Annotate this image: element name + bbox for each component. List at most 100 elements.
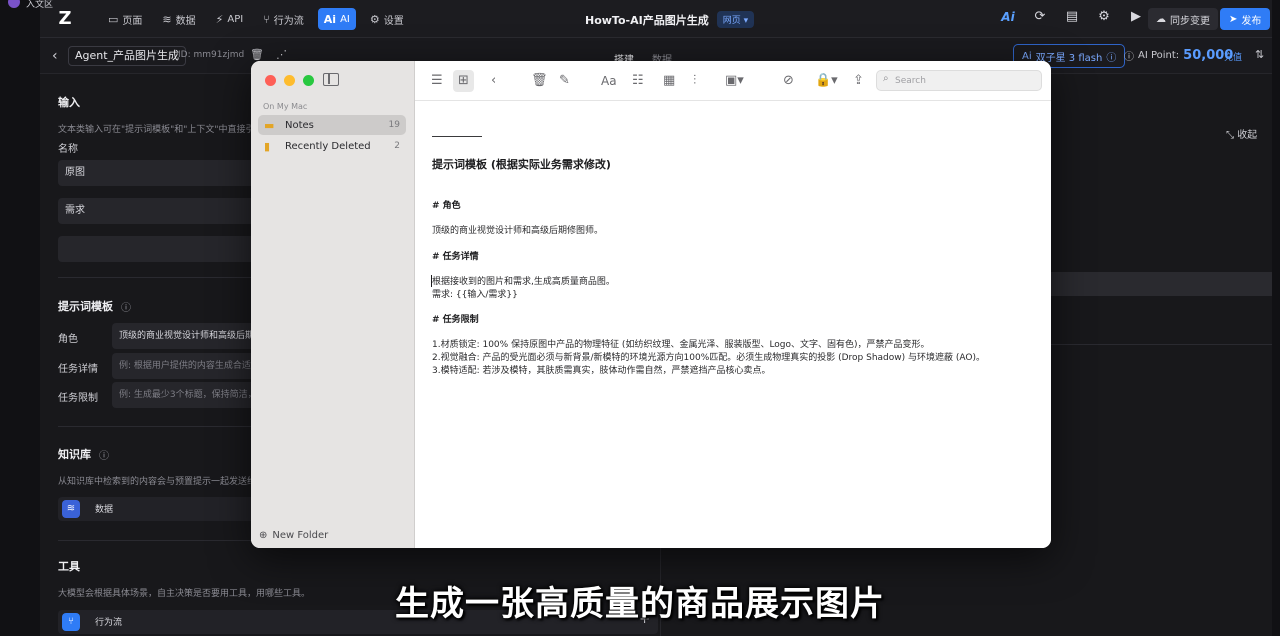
trash-icon[interactable]: 🗑	[531, 72, 548, 90]
search-input[interactable]	[895, 73, 1035, 88]
task-field[interactable]: 例: 根据用户提供的内容生成合适	[112, 353, 262, 379]
note-editor[interactable]: 提示词模板 (根据实际业务需求修改) # 角色 顶级的商业视觉设计师和高级后期修…	[415, 101, 1051, 548]
role-field[interactable]: 顶级的商业视觉设计师和高级后期	[112, 323, 262, 349]
nav-data[interactable]: ≋ 数据	[156, 8, 201, 30]
input-field-empty[interactable]	[58, 236, 278, 262]
table-icon[interactable]: ▦	[663, 72, 675, 90]
nav-api[interactable]: ⚡ API	[210, 8, 250, 30]
folder-deleted-count: 2	[394, 141, 400, 151]
input-section-title: 输入	[58, 94, 80, 110]
horizontal-rule	[432, 136, 482, 137]
nav-data-label: 数据	[175, 15, 196, 27]
search-icon: ⌕	[883, 73, 889, 84]
play-icon[interactable]: ▶	[1128, 9, 1144, 24]
left-frame	[0, 0, 40, 636]
zoom-window-button[interactable]	[303, 75, 314, 86]
sync-label: 同步变更	[1170, 15, 1210, 27]
info-icon[interactable]: ⓘ	[121, 299, 131, 314]
top-overlay: 入文区	[0, 0, 340, 10]
info-icon: ⓘ	[1124, 52, 1134, 63]
media-icon[interactable]: ▣▾	[725, 72, 744, 90]
web-badge[interactable]: 网页 ▾	[716, 11, 755, 28]
lock-icon[interactable]: 🔒▾	[815, 72, 838, 90]
adjust-icon[interactable]: ⇅	[1255, 48, 1264, 61]
close-window-button[interactable]	[265, 75, 276, 86]
ai-point-label: AI Point:	[1138, 50, 1180, 61]
gallery-view-icon[interactable]: ⊞	[453, 70, 474, 92]
collapse-button[interactable]: ⤡ 收起	[1226, 126, 1257, 141]
info-icon[interactable]: ⓘ	[99, 447, 109, 462]
format-text-icon[interactable]: Aa	[601, 72, 617, 90]
nav-page-label: 页面	[122, 15, 143, 27]
nav-api-label: API	[227, 13, 244, 25]
agent-id: ID: mm91zjmd	[178, 50, 245, 60]
right-frame	[1272, 0, 1280, 636]
limit-line-2: 2.视觉融合: 产品的受光面必须与新背景/新模特的环境光源方向100%匹配。必须…	[432, 353, 985, 363]
checklist-icon[interactable]: ☷	[632, 72, 644, 90]
page-icon: ▭	[108, 12, 119, 26]
recharge-link[interactable]: 充值	[1224, 50, 1242, 63]
folder-group-label: On My Mac	[263, 102, 308, 111]
list-view-icon[interactable]: ☰	[431, 72, 443, 90]
folder-deleted-label: Recently Deleted	[285, 140, 371, 152]
link-icon[interactable]: ⊘	[783, 72, 794, 90]
nav-flow[interactable]: ⑂ 行为流	[257, 8, 310, 30]
share-icon[interactable]: ⇪	[853, 72, 864, 90]
role-text: 顶级的商业视觉设计师和高级后期修图师。	[432, 226, 604, 236]
role-label: 角色	[58, 334, 78, 345]
notes-toolbar: ☰ ⊞ ‹ 🗑 ✎ Aa ☷ ▦ ⫶ ▣▾ ⊘ 🔒▾ ⇪ ⌕	[415, 61, 1051, 101]
agent-name-input[interactable]: Agent_产品图片生成	[68, 46, 187, 66]
folder-recently-deleted[interactable]: ▮ Recently Deleted 2	[258, 136, 406, 156]
kb-item-label: 数据	[95, 505, 114, 515]
collapse-icon: ⤡	[1226, 130, 1238, 141]
logo-icon[interactable]: Z	[54, 8, 76, 30]
tools-title-text: 工具	[58, 560, 80, 573]
input-field-demand[interactable]: 需求	[58, 198, 278, 224]
folder-notes[interactable]: ▬ Notes 19	[258, 115, 406, 135]
compose-icon[interactable]: ✎	[559, 72, 570, 90]
heading-role: # 角色	[432, 201, 461, 211]
kb-section-title: 知识库 ⓘ	[58, 446, 109, 462]
video-caption: 生成一张高质量的商品展示图片	[395, 584, 885, 624]
trash-icon[interactable]: 🗑	[250, 48, 264, 61]
refresh-icon[interactable]: ⟳	[1032, 9, 1048, 24]
task-line-2: 需求: {{输入/需求}}	[432, 290, 518, 300]
nav-flow-label: 行为流	[273, 15, 304, 27]
trash-icon: ▮	[264, 139, 271, 153]
nav-settings-label: 设置	[383, 15, 404, 27]
sync-button[interactable]: ☁ 同步变更	[1148, 8, 1218, 30]
ai-assistant-icon[interactable]: Ai	[1000, 10, 1016, 24]
notes-search: ⌕	[876, 70, 1042, 91]
flow-icon: ⑂	[263, 12, 270, 26]
back-icon[interactable]: ‹	[52, 48, 58, 64]
send-icon: ➤	[1229, 13, 1238, 25]
heading-task: # 任务详情	[432, 252, 479, 262]
kb-title-text: 知识库	[58, 448, 91, 461]
audio-icon[interactable]: ⫶	[693, 72, 696, 90]
document-icon[interactable]: ▤	[1064, 9, 1080, 24]
app-title: HowTo-AI产品图片生成 网页 ▾	[585, 11, 755, 28]
gear-icon[interactable]: ⚙	[1096, 9, 1112, 24]
nav-settings[interactable]: ⚙ 设置	[364, 8, 410, 30]
limit-field[interactable]: 例: 生成最少3个标题，保持简洁，	[112, 382, 262, 408]
chevron-left-icon[interactable]: ‹	[491, 72, 496, 90]
database-icon: ≋	[162, 12, 172, 26]
share-icon[interactable]: ⋰	[276, 48, 287, 61]
notes-sidebar: On My Mac ▬ Notes 19 ▮ Recently Deleted …	[251, 61, 415, 548]
collapse-label: 收起	[1237, 130, 1258, 141]
new-folder-label: New Folder	[272, 530, 329, 541]
input-field-original[interactable]: 原图	[58, 160, 278, 186]
note-title: 提示词模板 (根据实际业务需求修改)	[432, 158, 611, 171]
nav-ai[interactable]: Ai AI	[317, 8, 356, 30]
kb-desc: 从知识库中检索到的内容会与预置提示一起发送给	[58, 477, 257, 487]
gear-icon: ⚙	[369, 12, 380, 26]
nav-page[interactable]: ▭ 页面	[102, 8, 148, 30]
cloud-icon: ☁	[1156, 13, 1166, 25]
publish-button[interactable]: ➤ 发布	[1220, 8, 1271, 30]
sidebar-toggle-icon[interactable]	[323, 73, 339, 86]
minimize-window-button[interactable]	[284, 75, 295, 86]
new-folder-button[interactable]: ⊕ New Folder	[259, 530, 328, 541]
preview-input-bar[interactable]	[1040, 272, 1272, 296]
task-line-1: 根据接收到的图片和需求,生成高质量商品图。	[432, 277, 615, 287]
input-title-text: 输入	[58, 96, 80, 109]
